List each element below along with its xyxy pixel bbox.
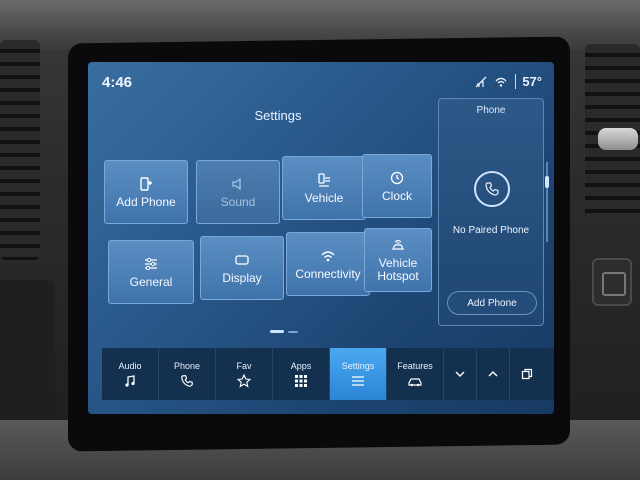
nav-phone[interactable]: Phone <box>159 348 216 400</box>
nav-apps[interactable]: Apps <box>273 348 330 400</box>
tile-label: Display <box>222 270 262 285</box>
nav-label: Fav <box>236 360 252 371</box>
page-title: Settings <box>254 108 302 123</box>
connectivity-tile[interactable]: Connectivity <box>286 232 370 296</box>
phone-add-icon <box>138 176 154 192</box>
star-icon <box>237 373 251 388</box>
tile-label: Vehicle Hotspot <box>377 256 419 283</box>
nav-settings[interactable]: Settings <box>330 348 387 400</box>
apps-grid-icon <box>294 374 308 388</box>
phone-panel: Phone No Paired Phone Add Phone <box>438 98 544 326</box>
settings-lines-icon <box>351 374 365 388</box>
page-indicator <box>270 330 298 333</box>
clock-tile[interactable]: Clock <box>362 154 432 218</box>
tile-label: General <box>129 274 173 289</box>
add-phone-button[interactable]: Add Phone <box>447 291 537 315</box>
sound-tile[interactable]: Sound <box>196 160 280 224</box>
wifi-icon <box>320 248 336 264</box>
speaker-icon <box>230 176 246 192</box>
scroll-up-button[interactable] <box>477 348 510 400</box>
tile-label: Clock <box>381 188 412 203</box>
no-signal-icon <box>475 76 487 87</box>
car-icon <box>408 374 422 388</box>
hazard-button <box>592 258 632 306</box>
chevron-down-icon <box>455 371 465 377</box>
phone-call-icon <box>474 171 510 207</box>
sliders-icon <box>143 256 159 272</box>
vent-knob <box>598 128 638 150</box>
status-bar: 57° <box>475 74 542 89</box>
window-switch-button[interactable] <box>510 348 543 400</box>
vehicle-tile[interactable]: Vehicle <box>282 156 366 220</box>
music-note-icon <box>123 374 137 388</box>
nav-label: Features <box>397 360 433 371</box>
scroll-down-button[interactable] <box>444 348 477 400</box>
outside-temperature: 57° <box>515 74 542 89</box>
tile-label: Sound <box>220 194 256 209</box>
add-phone-tile[interactable]: Add Phone <box>104 160 188 224</box>
page-dot-active <box>270 330 284 333</box>
nav-label: Phone <box>173 360 201 371</box>
left-air-vent <box>0 40 40 260</box>
infotainment-screen: 4:46 57° Settings Add Phone Sound Vehicl… <box>88 62 554 414</box>
vehicle-hotspot-tile[interactable]: Vehicle Hotspot <box>364 228 432 292</box>
nav-fav[interactable]: Fav <box>216 348 273 400</box>
nav-label: Apps <box>290 360 312 371</box>
phone-status-text: No Paired Phone <box>452 225 530 236</box>
windows-icon <box>521 368 532 380</box>
nav-label: Audio <box>118 360 142 371</box>
tile-label: Add Phone <box>116 194 176 209</box>
nav-label: Settings <box>341 360 375 371</box>
page-dot <box>288 330 298 333</box>
tile-label: Vehicle <box>304 190 344 205</box>
display-tile[interactable]: Display <box>200 236 284 300</box>
hotspot-icon <box>390 237 406 253</box>
general-tile[interactable]: General <box>108 240 194 304</box>
scrollbar-thumb[interactable] <box>545 176 549 188</box>
bottom-nav-bar: Audio Phone Fav Apps Settings Features <box>102 348 554 400</box>
nav-audio[interactable]: Audio <box>102 348 159 400</box>
tile-label: Connectivity <box>295 266 361 281</box>
wifi-status-icon <box>495 77 507 87</box>
display-icon <box>234 252 250 268</box>
chevron-up-icon <box>488 371 498 377</box>
phone-panel-title: Phone <box>476 105 506 116</box>
nav-features[interactable]: Features <box>387 348 444 400</box>
scrollbar[interactable] <box>546 162 548 242</box>
phone-icon <box>180 374 194 388</box>
clock-icon <box>389 170 405 186</box>
left-dash-panel <box>0 280 55 440</box>
vehicle-settings-icon <box>316 172 332 188</box>
clock-display: 4:46 <box>102 74 133 91</box>
